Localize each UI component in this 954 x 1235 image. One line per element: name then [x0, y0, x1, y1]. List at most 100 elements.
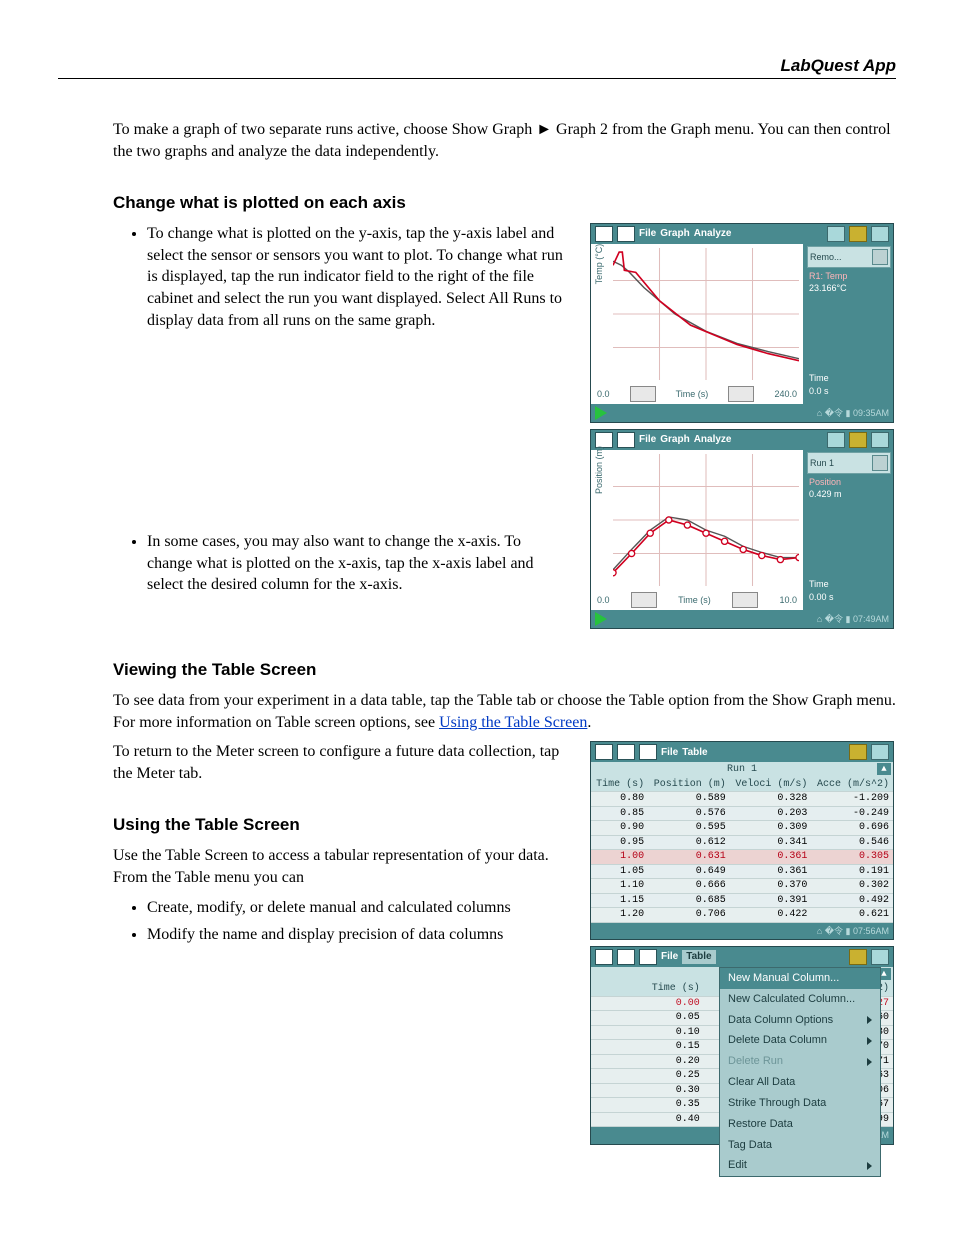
plot-area-1[interactable]: 25.0 10.0 Temp (°C) [591, 244, 803, 384]
run-indicator[interactable]: Remo... [807, 246, 891, 268]
section-change-axes-title: Change what is plotted on each axis [113, 192, 896, 215]
toolbar-icon2[interactable] [871, 744, 889, 760]
menu-item[interactable]: Clear All Data [720, 1072, 880, 1093]
menu-analyze[interactable]: Analyze [694, 227, 732, 241]
autoscale-right-icon[interactable] [728, 386, 754, 402]
save-icon[interactable] [872, 455, 888, 471]
table-header: Acce (m/s^2) [811, 778, 893, 792]
table-cell: 0.576 [648, 806, 730, 821]
scroll-up-icon[interactable]: ▲ [877, 763, 891, 775]
x-axis-label[interactable]: Time (s) [678, 594, 711, 606]
menu-file[interactable]: File [639, 433, 656, 447]
save-icon[interactable] [872, 249, 888, 265]
table-cell: 0.589 [648, 792, 730, 807]
toolbar-icon1[interactable] [849, 744, 867, 760]
table-row[interactable]: 1.000.6310.3610.305 [591, 850, 893, 865]
battery-icon: ▮ [846, 926, 851, 936]
menu-item[interactable]: Tag Data [720, 1135, 880, 1156]
graph-tab-icon[interactable] [617, 226, 635, 242]
wifi-icon: �令 [825, 926, 843, 936]
table-cell: 0.341 [730, 835, 812, 850]
submenu-icon [867, 1016, 872, 1024]
table-run-label: Run 1 [727, 764, 757, 775]
table-row[interactable]: 0.850.5760.203-0.249 [591, 806, 893, 821]
toolbar-icon1[interactable] [849, 949, 867, 965]
series-value: 23.166°C [805, 282, 893, 294]
table-cell: 0.15 [591, 1040, 704, 1055]
menu-item-label: Delete Run [728, 1054, 783, 1069]
wifi-icon: �令 [825, 614, 843, 624]
table-cell: 0.706 [648, 908, 730, 923]
home-icon[interactable]: ⌂ [817, 408, 822, 418]
table-menu-dropdown: New Manual Column... New Calculated Colum… [719, 967, 881, 1177]
menu-graph[interactable]: Graph [660, 433, 689, 447]
table-tab-icon[interactable] [827, 226, 845, 242]
x-axis-label[interactable]: Time (s) [676, 388, 709, 400]
graph-tab-icon[interactable] [617, 744, 635, 760]
meter-tab-icon[interactable] [595, 949, 613, 965]
table-cell: 0.309 [730, 821, 812, 836]
menu-item-label: Strike Through Data [728, 1096, 826, 1111]
table-menubar: File Table [591, 947, 893, 967]
autoscale-left-icon[interactable] [630, 386, 656, 402]
xtick-right: 10.0 [779, 594, 797, 606]
menu-file[interactable]: File [661, 950, 678, 964]
menu-item[interactable]: New Manual Column... [720, 968, 880, 989]
menu-item-label: Clear All Data [728, 1075, 795, 1090]
menu-item[interactable]: New Calculated Column... [720, 989, 880, 1010]
collect-button-icon[interactable] [595, 406, 623, 420]
screenshot-graph-position: File Graph Analyze Run 1 Position [590, 429, 894, 629]
menu-table-open[interactable]: Table [682, 950, 715, 964]
toolbar-icon2[interactable] [871, 226, 889, 242]
graph-tab-icon[interactable] [617, 949, 635, 965]
table-cell: 0.203 [730, 806, 812, 821]
table-row[interactable]: 0.800.5890.328-1.209 [591, 792, 893, 807]
table-row[interactable]: 0.900.5950.3090.696 [591, 821, 893, 836]
menu-item[interactable]: Delete Run [720, 1051, 880, 1072]
title-divider [58, 78, 896, 79]
menu-table[interactable]: Table [682, 746, 707, 760]
menu-analyze[interactable]: Analyze [694, 433, 732, 447]
toolbar-icon2[interactable] [871, 432, 889, 448]
menu-item[interactable]: Strike Through Data [720, 1093, 880, 1114]
table-row[interactable]: 1.150.6850.3910.492 [591, 893, 893, 908]
home-icon[interactable]: ⌂ [817, 926, 822, 936]
autoscale-right-icon[interactable] [732, 592, 758, 608]
app1-menubar: File Graph Analyze [591, 224, 893, 244]
table-row[interactable]: 1.200.7060.4220.621 [591, 908, 893, 923]
menu-file[interactable]: File [639, 227, 656, 241]
table-row[interactable]: 1.100.6660.3700.302 [591, 879, 893, 894]
toolbar-icon1[interactable] [849, 226, 867, 242]
toolbar-icon2[interactable] [871, 949, 889, 965]
table-cell: 1.20 [591, 908, 648, 923]
run-indicator[interactable]: Run 1 [807, 452, 891, 474]
collect-button-icon[interactable] [595, 612, 623, 626]
table-tab-icon[interactable] [639, 949, 657, 965]
table-cell: 0.90 [591, 821, 648, 836]
menu-item[interactable]: Data Column Options [720, 1010, 880, 1031]
y-axis-label[interactable]: Temp (°C) [593, 234, 605, 294]
page-title: LabQuest App [58, 56, 896, 76]
table-tab-icon[interactable] [639, 744, 657, 760]
menu-graph[interactable]: Graph [660, 227, 689, 241]
home-icon[interactable]: ⌂ [817, 614, 822, 624]
bullet-xaxis: In some cases, you may also want to chan… [147, 531, 570, 596]
y-axis-label[interactable]: Position (m) [593, 440, 605, 500]
table-screen-link[interactable]: Using the Table Screen [439, 714, 587, 731]
menu-item[interactable]: Restore Data [720, 1114, 880, 1135]
plot-area-2[interactable]: 2.0 0.0 Position (m) [591, 450, 803, 590]
table-cell: 0.666 [648, 879, 730, 894]
table-row[interactable]: 1.050.6490.3610.191 [591, 864, 893, 879]
table-row[interactable]: 0.950.6120.3410.546 [591, 835, 893, 850]
menu-item-label: New Manual Column... [728, 971, 839, 986]
toolbar-icon1[interactable] [849, 432, 867, 448]
autoscale-left-icon[interactable] [631, 592, 657, 608]
table-cell: 0.30 [591, 1083, 704, 1098]
menu-item-label: Edit [728, 1158, 747, 1173]
graph-tab-icon[interactable] [617, 432, 635, 448]
menu-file[interactable]: File [661, 746, 678, 760]
menu-item[interactable]: Delete Data Column [720, 1030, 880, 1051]
menu-item[interactable]: Edit [720, 1155, 880, 1176]
meter-tab-icon[interactable] [595, 744, 613, 760]
table-tab-icon[interactable] [827, 432, 845, 448]
